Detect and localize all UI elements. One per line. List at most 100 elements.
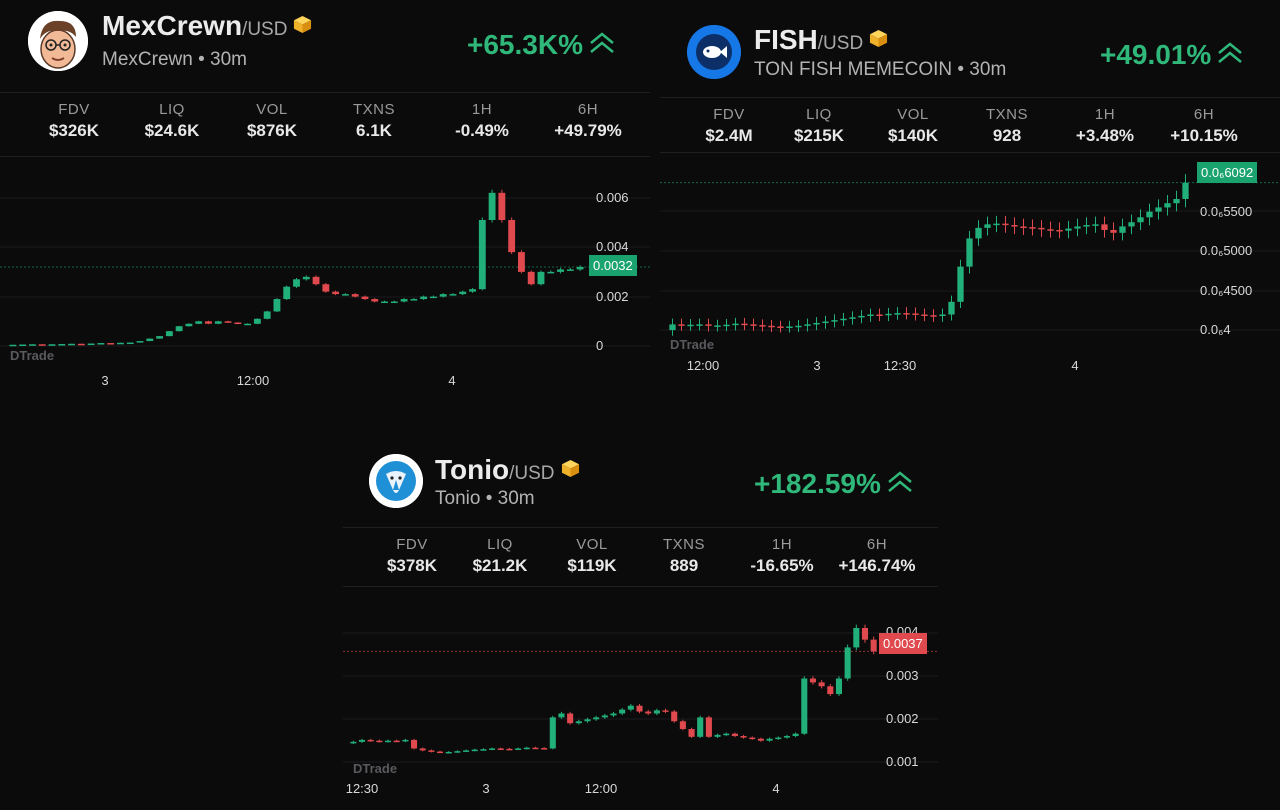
candle-body [518,252,525,272]
candle-body [117,342,124,345]
price-chart[interactable]: DTrade 0.004 0.003 0.002 0.001 0.0037 12… [343,588,938,810]
stat-fdv: FDV $2.4M [689,106,769,146]
stat-liq: LIQ $24.6K [132,101,212,141]
y-axis-label: 0 [596,338,604,353]
candle-body [601,715,608,718]
candle-body [459,291,467,295]
token-subtitle: Tonio • 30m [435,488,535,509]
candle-body [1020,226,1027,228]
candle-body [750,324,757,326]
token-card-mexcrewn[interactable]: MexCrewn/USD MexCrewn • 30m +65.3K% FDV $… [0,0,650,400]
candle-body [714,325,721,327]
price-chart[interactable]: DTrade 0.0₆5500 0.0₆5000 0.0₆4500 0.0₆4 … [660,154,1280,384]
divider [0,156,650,157]
candle-body [840,318,847,321]
stat-txns: TXNS 6.1K [334,101,414,141]
quote-unit: /USD [817,33,864,54]
candle-body [894,313,901,315]
stat-label: VOL [576,536,608,553]
chart-watermark: DTrade [10,348,55,363]
candle-body [679,721,686,730]
candle-body [696,324,703,326]
candle-body [244,323,252,326]
candle-body [469,289,476,292]
candle-body [146,338,154,342]
candle-body [757,738,764,741]
y-axis-label: 0.006 [596,190,629,205]
candle-body [87,343,95,346]
x-axis-label: 12:30 [345,781,379,796]
candle-body [957,266,964,302]
candle-body [1002,223,1009,226]
candle-body [322,284,330,292]
stat-value: 6.1K [356,121,392,140]
candle-body [705,324,712,326]
candle-body [1011,225,1018,227]
stat-vol: VOL $119K [552,536,632,576]
candle-body [449,294,457,296]
candle-body [428,750,435,752]
tonio-logo-icon [369,454,423,508]
double-chevron-up-icon [888,470,912,492]
stat-label: LIQ [159,101,185,118]
candle-body [312,276,320,285]
candle-body [214,321,222,324]
quote-unit: /USD [509,463,555,484]
stat-value: $876K [246,121,298,140]
candle-body [783,736,790,738]
x-axis-label: 4 [448,373,456,388]
candle-body [1083,225,1090,227]
candle-body [9,344,17,347]
candle-body [835,678,843,695]
candle-body [731,733,738,737]
candle-body [439,294,447,297]
candle-body [38,344,46,346]
stat-label: FDV [396,536,428,553]
stat-value: $215K [793,126,845,145]
candle-body [283,286,291,300]
price-chart[interactable]: DTrade 0.006 0.004 0.002 0 0.0032 3 12:0… [0,158,650,398]
candle-body [1119,226,1126,233]
candle-body [126,342,134,345]
candle-body [420,296,428,300]
y-axis-label: 0.001 [886,754,919,769]
token-avatar [369,454,423,508]
stat-label: FDV [58,101,90,118]
candle-body [885,313,892,316]
candle-body [549,717,556,749]
candle-body [498,192,506,220]
candle-body [759,325,766,327]
candle-body [1137,217,1144,223]
stat-value: $140K [887,126,939,145]
stat-6h: 6H +146.74% [831,536,923,576]
x-axis-label: 3 [813,358,821,373]
candle-body [48,344,56,346]
divider [0,92,650,93]
stat-label: VOL [897,106,929,123]
current-price-tag: 0.0032 [589,255,637,276]
candle-body [984,224,991,228]
token-title: FISH/USD [754,24,888,56]
x-axis-label: 12:00 [236,373,270,388]
stat-6h: 6H +10.15% [1160,106,1248,146]
candle-body [876,314,883,317]
token-card-tonio[interactable]: Tonio/USD Tonio • 30m +182.59% FDV $378K … [343,440,938,810]
token-subtitle: TON FISH MEMECOIN • 30m [754,59,1007,80]
candle-body [849,317,856,319]
candle-body [205,321,212,324]
candle-body [58,344,66,346]
candle-body [273,299,281,312]
stat-label: FDV [713,106,745,123]
candle-body [912,313,919,315]
candle-body [1101,224,1108,230]
candle-body [437,751,444,754]
candle-body [497,748,504,750]
candle-body [558,713,565,718]
stat-label: 6H [1193,106,1215,123]
double-chevron-up-icon [590,31,614,53]
token-card-fish[interactable]: FISH/USD TON FISH MEMECOIN • 30m +49.01%… [660,0,1280,400]
candle-body [1155,207,1162,212]
candle-body [367,739,374,742]
candle-body [1173,198,1180,204]
x-axis-label: 12:00 [584,781,618,796]
